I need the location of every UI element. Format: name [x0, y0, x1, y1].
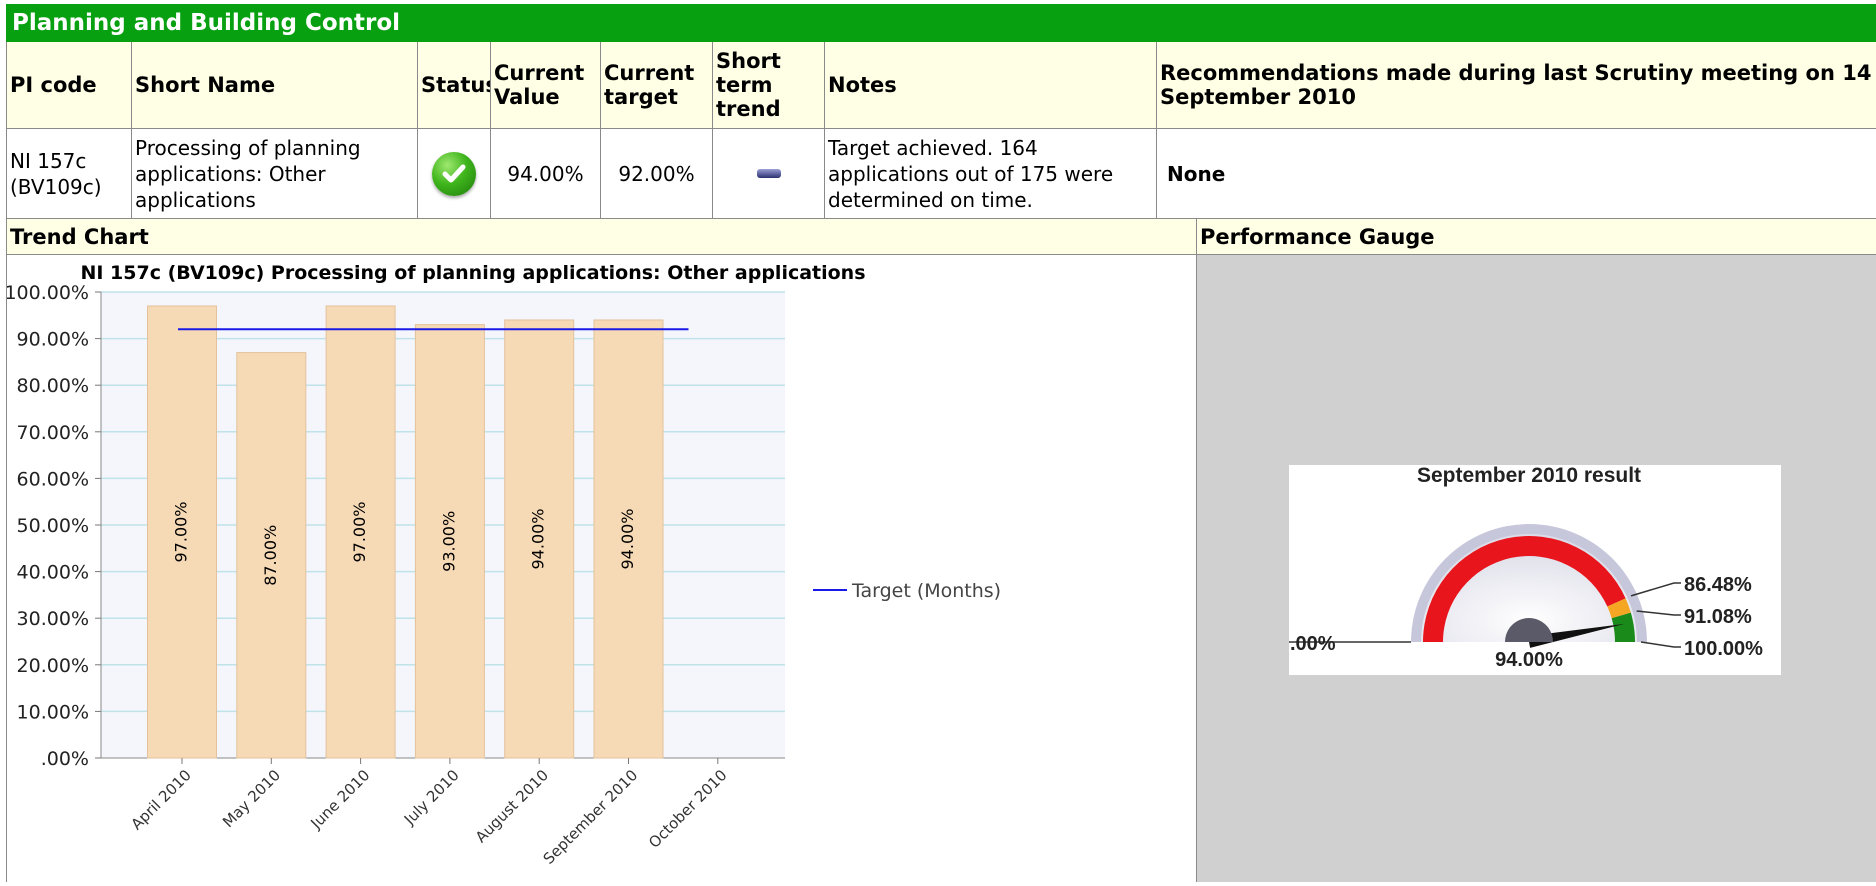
short-name-cell: Processing of planning applications: Oth… [131, 129, 417, 219]
status-cell [417, 129, 490, 219]
x-tick-label: May 2010 [219, 766, 284, 831]
performance-gauge-heading: Performance Gauge [1196, 219, 1876, 255]
threshold-label: 91.08% [1684, 606, 1752, 628]
x-tick-label: October 2010 [645, 766, 731, 852]
header-current-target: Current target [600, 42, 712, 129]
performance-gauge-panel: September 2010 result .00% 86.48% 91.08% 100… [1196, 255, 1876, 882]
y-tick-label: .00% [41, 748, 89, 770]
gauge-value-label: 94.00% [1495, 649, 1563, 671]
bar-value-label: 97.00% [350, 501, 369, 562]
section-title: Planning and Building Control [6, 4, 1876, 42]
trend-chart-heading: Trend Chart [6, 219, 1196, 255]
header-pi-code: PI code [6, 42, 131, 129]
green-check-icon [432, 151, 476, 196]
trend-cell [712, 129, 824, 219]
y-tick-label: 10.00% [17, 701, 89, 723]
notes-cell: Target achieved. 164 applications out of… [824, 129, 1156, 219]
current-target-cell: 92.00% [600, 129, 712, 219]
y-tick-label: 100.00% [7, 282, 89, 304]
y-tick-label: 70.00% [17, 422, 89, 444]
x-tick-label: September 2010 [540, 766, 642, 868]
x-tick-label: June 2010 [307, 766, 374, 833]
x-tick-label: April 2010 [127, 766, 194, 833]
x-tick-label: August 2010 [472, 766, 552, 846]
gauge-title: September 2010 result [1417, 465, 1641, 487]
y-tick-label: 80.00% [17, 375, 89, 397]
dash-trend-icon [756, 169, 781, 178]
header-recommendations: Recommendations made during last Scrutin… [1156, 42, 1876, 129]
threshold-label: 86.48% [1684, 574, 1752, 596]
header-current-value: Current Value [490, 42, 600, 129]
x-tick-label: July 2010 [400, 766, 463, 829]
performance-gauge: September 2010 result .00% 86.48% 91.08% 100… [1289, 464, 1763, 671]
bar-value-label: 94.00% [529, 508, 548, 569]
y-tick-label: 40.00% [17, 562, 89, 584]
gauge-min-label: .00% [1290, 633, 1336, 655]
gauge-box: September 2010 result .00% 86.48% 91.08% 100… [1289, 464, 1781, 675]
bar-value-label: 87.00% [261, 525, 280, 586]
y-tick-label: 90.00% [17, 329, 89, 351]
bar-value-label: 94.00% [618, 508, 637, 569]
threshold-leader [1640, 641, 1681, 648]
bar-value-label: 93.00% [439, 511, 458, 572]
table-row: NI 157c (BV109c) Processing of planning … [6, 129, 1876, 219]
legend-label: Target (Months) [851, 580, 1001, 602]
header-short-name: Short Name [131, 42, 417, 129]
recommendations-cell: None [1156, 129, 1876, 219]
threshold-leader [1630, 582, 1681, 597]
threshold-label: 100.00% [1684, 638, 1763, 660]
y-tick-label: 60.00% [17, 468, 89, 490]
header-short-term-trend: Short term trend [712, 42, 824, 129]
table-header-row: PI code Short Name Status Current Value … [6, 42, 1876, 129]
header-notes: Notes [824, 42, 1156, 129]
current-value-cell: 94.00% [490, 129, 600, 219]
trend-chart: NI 157c (BV109c) Processing of planning … [4, 262, 1001, 868]
chart-title: NI 157c (BV109c) Processing of planning … [80, 262, 865, 284]
y-tick-label: 50.00% [17, 515, 89, 537]
header-status: Status [417, 42, 490, 129]
y-tick-label: 30.00% [17, 608, 89, 630]
trend-chart-panel: NI 157c (BV109c) Processing of planning … [4, 255, 1196, 882]
y-tick-label: 20.00% [17, 655, 89, 677]
pi-code-cell: NI 157c (BV109c) [6, 129, 131, 219]
bar-value-label: 97.00% [172, 501, 191, 562]
